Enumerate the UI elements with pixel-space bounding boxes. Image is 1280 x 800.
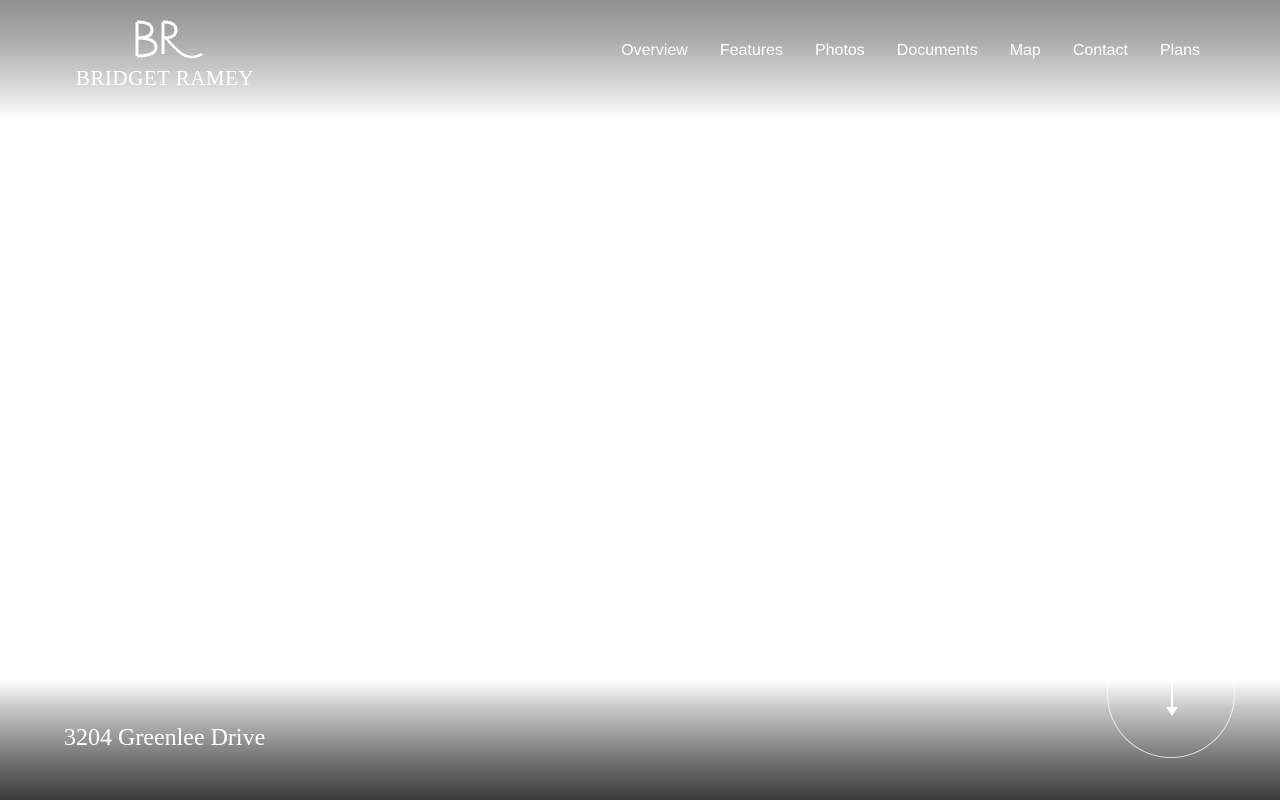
nav-item-photos[interactable]: Photos bbox=[815, 41, 865, 61]
page: BRIDGET RAMEY Overview Features Photos D… bbox=[0, 0, 1280, 800]
nav-item-plans[interactable]: Plans bbox=[1160, 41, 1200, 61]
nav-item-contact[interactable]: Contact bbox=[1073, 41, 1128, 61]
brand-logo[interactable]: BRIDGET RAMEY bbox=[64, 18, 266, 92]
nav-item-map[interactable]: Map bbox=[1010, 41, 1041, 61]
scroll-down-button[interactable] bbox=[1107, 630, 1235, 758]
arrow-down-icon bbox=[1166, 683, 1178, 716]
main-nav: Overview Features Photos Documents Map C… bbox=[589, 41, 1200, 61]
nav-item-features[interactable]: Features bbox=[720, 41, 783, 61]
nav-item-documents[interactable]: Documents bbox=[897, 41, 978, 61]
nav-item-overview[interactable]: Overview bbox=[621, 41, 688, 61]
brand-name: BRIDGET RAMEY bbox=[75, 66, 255, 90]
property-address: 3204 Greenlee Drive bbox=[64, 725, 266, 751]
br-monogram-icon bbox=[135, 20, 203, 59]
